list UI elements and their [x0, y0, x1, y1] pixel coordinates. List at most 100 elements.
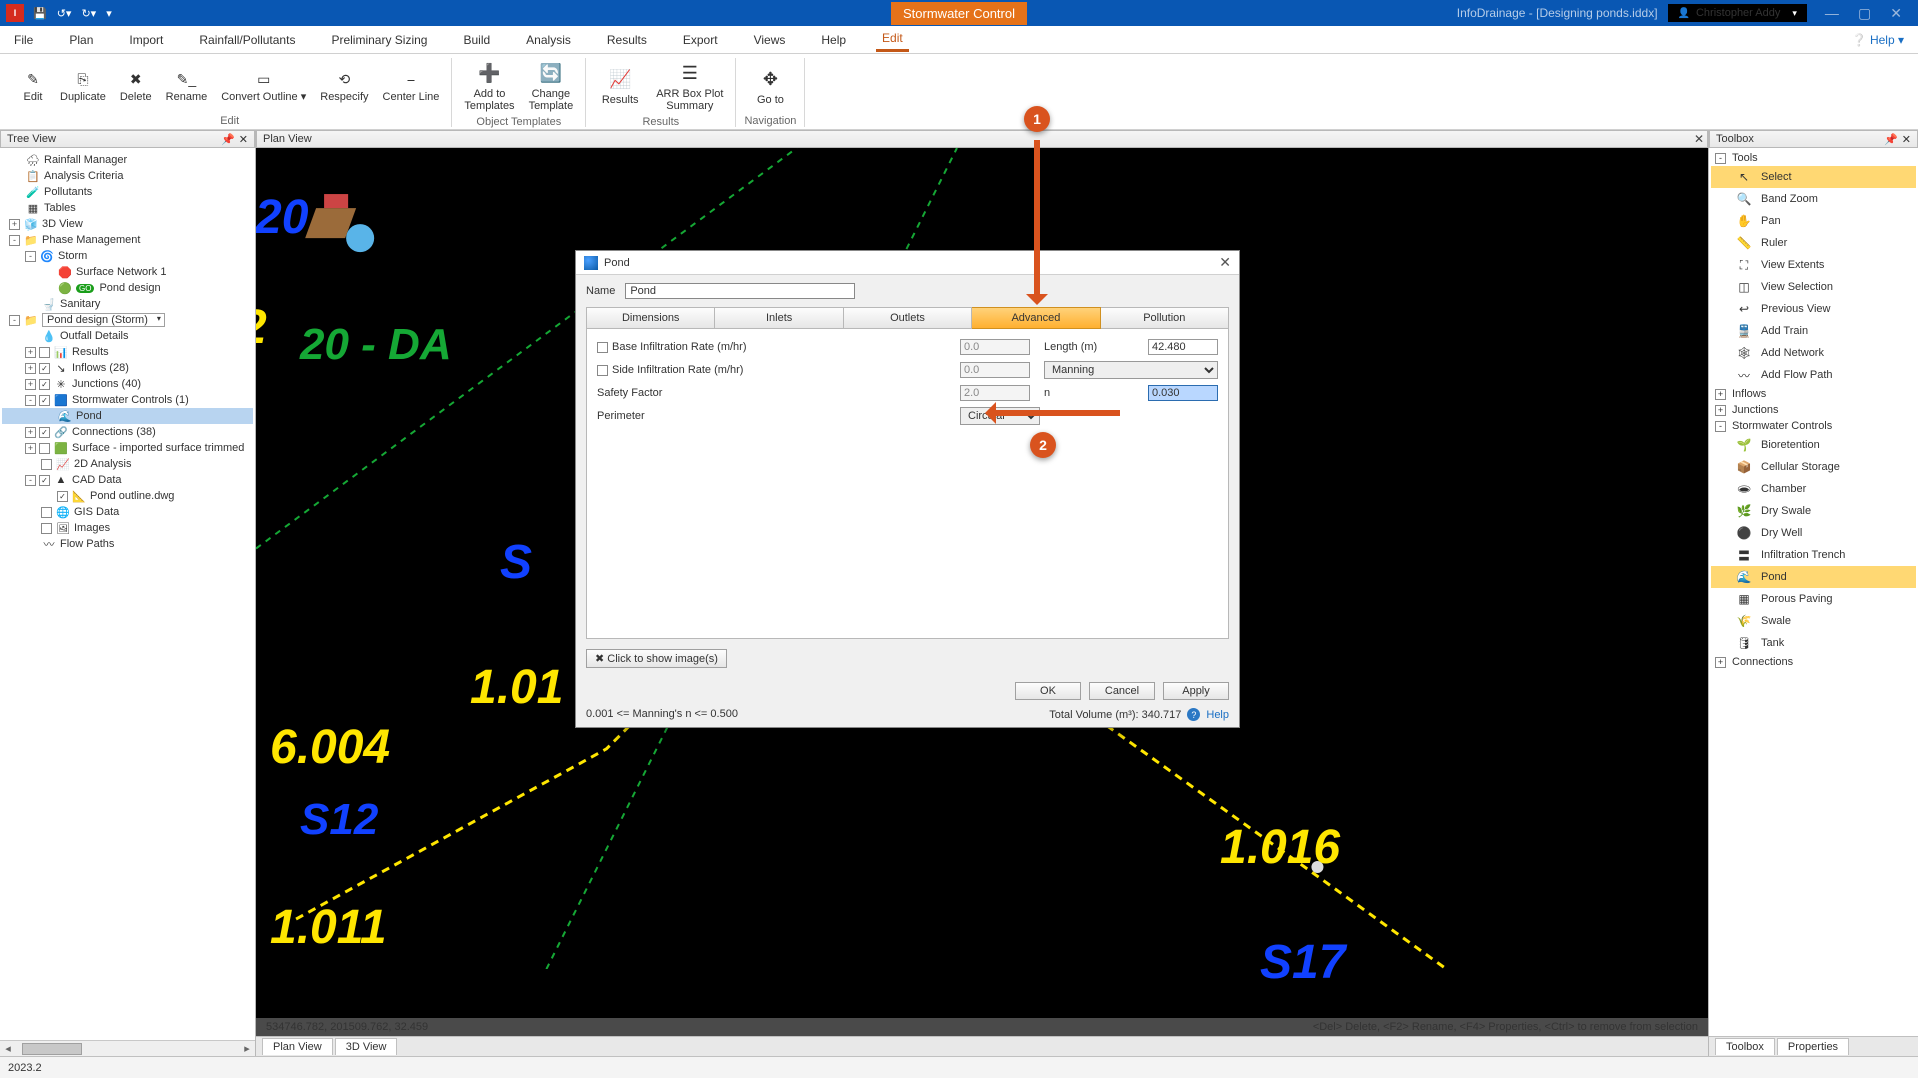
- pin-icon[interactable]: 📌: [221, 133, 235, 146]
- toolbox-item-band-zoom[interactable]: 🔍Band Zoom: [1711, 188, 1916, 210]
- length-input[interactable]: [1148, 339, 1218, 355]
- expand-icon[interactable]: +: [25, 347, 36, 358]
- base-rate-input[interactable]: [960, 339, 1030, 355]
- toolbox-item-swale[interactable]: 🌾Swale: [1711, 610, 1916, 632]
- tab-properties[interactable]: Properties: [1777, 1038, 1849, 1055]
- toolbox-item-view-extents[interactable]: ⛶View Extents: [1711, 254, 1916, 276]
- expand-icon[interactable]: -: [25, 475, 36, 486]
- toolbox-item-select[interactable]: ↖Select: [1711, 166, 1916, 188]
- toolbox-group-connections[interactable]: +Connections: [1711, 654, 1916, 670]
- ribbon-go-to[interactable]: ✥Go to: [742, 58, 798, 113]
- close-icon[interactable]: ✕: [1694, 132, 1704, 146]
- save-icon[interactable]: 💾: [30, 7, 50, 20]
- expand-icon[interactable]: +: [25, 443, 36, 454]
- tree-node-flow-paths[interactable]: 〰Flow Paths: [2, 536, 253, 552]
- toolbox-group-junctions[interactable]: +Junctions: [1711, 402, 1916, 418]
- menu-views[interactable]: Views: [748, 29, 792, 51]
- toolbox-item-pan[interactable]: ✋Pan: [1711, 210, 1916, 232]
- toolbox-item-pond[interactable]: 🌊Pond: [1711, 566, 1916, 588]
- menu-rainfallpollutants[interactable]: Rainfall/Pollutants: [193, 29, 301, 51]
- expand-icon[interactable]: +: [25, 379, 36, 390]
- menu-analysis[interactable]: Analysis: [520, 29, 577, 51]
- toolbox-group-stormwater-controls[interactable]: -Stormwater Controls: [1711, 418, 1916, 434]
- show-images-button[interactable]: ✖ Click to show image(s): [586, 649, 727, 668]
- tab-plan-view[interactable]: Plan View: [262, 1038, 333, 1055]
- tree-node-surface-imported-surface-trimmed[interactable]: +🟩Surface - imported surface trimmed: [2, 440, 253, 456]
- expand-icon[interactable]: +: [25, 363, 36, 374]
- toolbox-group-inflows[interactable]: +Inflows: [1711, 386, 1916, 402]
- expand-icon[interactable]: -: [9, 315, 20, 326]
- tree-node-pond-outline-dwg[interactable]: ✓📐Pond outline.dwg: [2, 488, 253, 504]
- cancel-button[interactable]: Cancel: [1089, 682, 1155, 700]
- menu-results[interactable]: Results: [601, 29, 653, 51]
- expand-icon[interactable]: -: [25, 251, 36, 262]
- tree-scrollbar[interactable]: ◂▸: [0, 1040, 255, 1056]
- tree-node-junctions-40-[interactable]: +✓✳Junctions (40): [2, 376, 253, 392]
- toolbox-item-add-train[interactable]: 🚆Add Train: [1711, 320, 1916, 342]
- tree-node-3d-view[interactable]: +🧊3D View: [2, 216, 253, 232]
- checkbox[interactable]: ✓: [39, 427, 50, 438]
- ok-button[interactable]: OK: [1015, 682, 1081, 700]
- toolbox-item-add-flow-path[interactable]: 〰Add Flow Path: [1711, 364, 1916, 386]
- name-input[interactable]: [625, 283, 855, 299]
- tree-node-pond-design[interactable]: 🟢GOPond design: [2, 280, 253, 296]
- apply-button[interactable]: Apply: [1163, 682, 1229, 700]
- help-icon[interactable]: ?: [1187, 708, 1200, 721]
- tree-node-stormwater-controls-1-[interactable]: -✓🟦Stormwater Controls (1): [2, 392, 253, 408]
- menu-import[interactable]: Import: [123, 29, 169, 51]
- tree-node-connections-38-[interactable]: +✓🔗Connections (38): [2, 424, 253, 440]
- toolbox-item-chamber[interactable]: 🕳Chamber: [1711, 478, 1916, 500]
- checkbox[interactable]: [41, 459, 52, 470]
- close-icon[interactable]: ✕: [1882, 5, 1910, 21]
- maximize-icon[interactable]: ▢: [1850, 5, 1879, 21]
- tree-node-pollutants[interactable]: 🧪Pollutants: [2, 184, 253, 200]
- checkbox[interactable]: ✓: [39, 379, 50, 390]
- close-icon[interactable]: ✕: [1219, 254, 1231, 271]
- toolbox-item-bioretention[interactable]: 🌱Bioretention: [1711, 434, 1916, 456]
- toolbox-item-view-selection[interactable]: ◫View Selection: [1711, 276, 1916, 298]
- toolbox-group-tools[interactable]: -Tools: [1711, 150, 1916, 166]
- tree-node-cad-data[interactable]: -✓▲CAD Data: [2, 472, 253, 488]
- side-rate-input[interactable]: [960, 362, 1030, 378]
- toolbox-item-dry-well[interactable]: ⚫Dry Well: [1711, 522, 1916, 544]
- tree-node-inflows-28-[interactable]: +✓↘Inflows (28): [2, 360, 253, 376]
- qat-more-icon[interactable]: ▾: [103, 7, 115, 20]
- tree-node-results[interactable]: +📊Results: [2, 344, 253, 360]
- tab-dimensions[interactable]: Dimensions: [586, 307, 715, 329]
- n-input[interactable]: [1148, 385, 1218, 401]
- tree-view[interactable]: 🌧Rainfall Manager📋Analysis Criteria🧪Poll…: [0, 148, 255, 1040]
- tree-node-images[interactable]: 🖼Images: [2, 520, 253, 536]
- tab-inlets[interactable]: Inlets: [715, 307, 843, 329]
- minimize-icon[interactable]: —: [1817, 5, 1847, 21]
- tree-node-sanitary[interactable]: 🚽Sanitary: [2, 296, 253, 312]
- tab-3d-view[interactable]: 3D View: [335, 1038, 398, 1055]
- tree-node-storm[interactable]: -🌀Storm: [2, 248, 253, 264]
- ribbon-duplicate[interactable]: ⎘Duplicate: [54, 58, 112, 113]
- undo-icon[interactable]: ↺▾: [54, 7, 75, 20]
- close-icon[interactable]: ✕: [239, 133, 248, 146]
- checkbox[interactable]: [41, 523, 52, 534]
- checkbox[interactable]: ✓: [39, 363, 50, 374]
- menu-help[interactable]: Help: [815, 29, 852, 51]
- checkbox[interactable]: ✓: [39, 475, 50, 486]
- expand-icon[interactable]: +: [25, 427, 36, 438]
- tab-outlets[interactable]: Outlets: [844, 307, 972, 329]
- base-rate-checkbox[interactable]: [597, 342, 608, 353]
- tab-pollution[interactable]: Pollution: [1101, 307, 1229, 329]
- expand-icon[interactable]: -: [9, 235, 20, 246]
- menu-plan[interactable]: Plan: [63, 29, 99, 51]
- tree-node-tables[interactable]: ▦Tables: [2, 200, 253, 216]
- checkbox[interactable]: ✓: [39, 395, 50, 406]
- checkbox[interactable]: ✓: [57, 491, 68, 502]
- dialog-titlebar[interactable]: Pond ✕: [576, 251, 1239, 275]
- close-icon[interactable]: ✕: [1902, 133, 1911, 146]
- tree-node-phase-management[interactable]: -📁Phase Management: [2, 232, 253, 248]
- toolbox-item-ruler[interactable]: 📏Ruler: [1711, 232, 1916, 254]
- ribbon-convert-outline-[interactable]: ▭Convert Outline ▾: [215, 58, 312, 113]
- tree-node-surface-network-1[interactable]: 🛑Surface Network 1: [2, 264, 253, 280]
- menu-file[interactable]: File: [8, 29, 39, 51]
- help-dropdown[interactable]: ❔ Help ▾: [1846, 29, 1910, 51]
- phase-select[interactable]: Pond design (Storm): [42, 313, 165, 327]
- tree-node-rainfall-manager[interactable]: 🌧Rainfall Manager: [2, 152, 253, 168]
- toolbox-item-previous-view[interactable]: ↩Previous View: [1711, 298, 1916, 320]
